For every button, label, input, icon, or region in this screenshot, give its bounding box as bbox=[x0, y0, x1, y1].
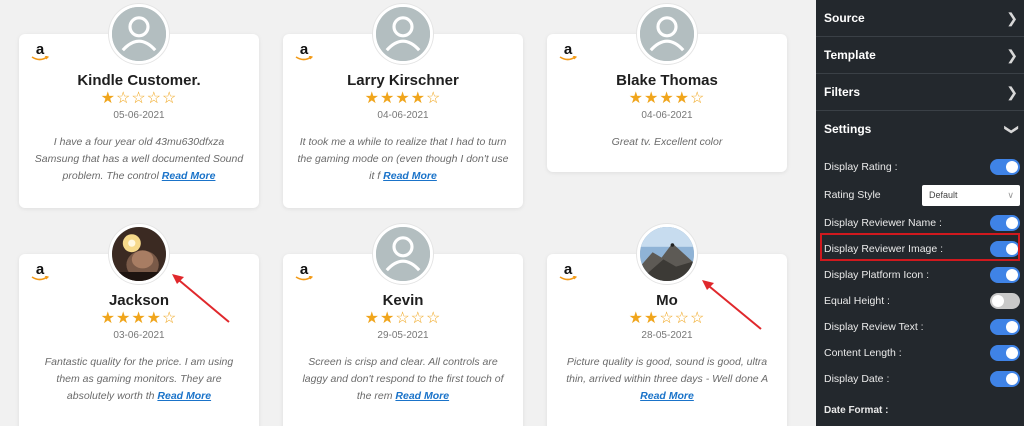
display-reviewer-name-toggle[interactable] bbox=[990, 215, 1020, 231]
chevron-down-icon: ∨ bbox=[1007, 190, 1014, 200]
rating-stars: ★★★★☆ bbox=[628, 90, 706, 107]
section-settings[interactable]: Settings ❯ bbox=[816, 111, 1024, 148]
review-card: a Kindle Customer. ★☆☆☆☆ 05-06-2021 I ha… bbox=[19, 4, 259, 208]
review-text: I have a four year old 43mu630dfxza Sams… bbox=[34, 136, 244, 182]
chevron-right-icon: ❯ bbox=[1006, 84, 1018, 100]
display-rating-toggle[interactable] bbox=[990, 159, 1020, 175]
rating-stars: ★☆☆☆☆ bbox=[100, 90, 178, 107]
reviewer-name: Kindle Customer. bbox=[77, 72, 201, 89]
read-more-link[interactable]: Read More bbox=[640, 390, 694, 402]
reviewer-avatar-placeholder bbox=[637, 4, 697, 64]
chevron-right-icon: ❯ bbox=[1006, 47, 1018, 63]
setting-display-rating: Display Rating : bbox=[816, 154, 1024, 180]
review-date: 05-06-2021 bbox=[113, 110, 165, 121]
rating-stars: ★★☆☆☆ bbox=[364, 310, 442, 327]
amazon-icon: a bbox=[558, 262, 578, 284]
chevron-down-icon: ❯ bbox=[1004, 123, 1021, 136]
setting-display-date: Display Date : bbox=[816, 366, 1024, 392]
review-card: a Larry Kirschner ★★★★☆ 04-06-2021 It to… bbox=[283, 4, 523, 208]
review-grid: a Kindle Customer. ★☆☆☆☆ 05-06-2021 I ha… bbox=[0, 0, 806, 426]
rating-stars: ★★★★☆ bbox=[364, 90, 442, 107]
annotation-arrow bbox=[172, 274, 230, 323]
amazon-icon: a bbox=[294, 42, 314, 64]
amazon-icon: a bbox=[294, 262, 314, 284]
reviewer-avatar-photo bbox=[637, 224, 697, 284]
review-date: 04-06-2021 bbox=[377, 110, 429, 121]
setting-content-length: Content Length : bbox=[816, 340, 1024, 366]
reviewer-avatar-photo bbox=[109, 224, 169, 284]
reviewer-avatar-placeholder bbox=[109, 4, 169, 64]
read-more-link[interactable]: Read More bbox=[395, 390, 449, 402]
read-more-link[interactable]: Read More bbox=[162, 170, 216, 182]
chevron-right-icon: ❯ bbox=[1006, 10, 1018, 26]
setting-rating-style: Rating Style Default ∨ bbox=[816, 180, 1024, 210]
amazon-icon: a bbox=[558, 42, 578, 64]
read-more-link[interactable]: Read More bbox=[383, 170, 437, 182]
highlight-box bbox=[820, 233, 1020, 261]
annotation-arrow bbox=[702, 280, 762, 330]
review-date: 03-06-2021 bbox=[113, 330, 165, 341]
section-template[interactable]: Template ❯ bbox=[816, 37, 1024, 74]
setting-display-review-text: Display Review Text : bbox=[816, 314, 1024, 340]
rating-style-select[interactable]: Default ∨ bbox=[922, 185, 1020, 206]
date-format-label: Date Format : bbox=[824, 405, 889, 416]
read-more-link[interactable]: Read More bbox=[157, 390, 211, 402]
display-date-toggle[interactable] bbox=[990, 371, 1020, 387]
review-text: Great tv. Excellent color bbox=[611, 136, 723, 148]
amazon-icon: a bbox=[30, 262, 50, 284]
reviewer-avatar-placeholder bbox=[373, 4, 433, 64]
review-text: Fantastic quality for the price. I am us… bbox=[44, 356, 234, 402]
review-date: 29-05-2021 bbox=[377, 330, 429, 341]
review-text: Picture quality is good, sound is good, … bbox=[566, 356, 768, 402]
content-length-toggle[interactable] bbox=[990, 345, 1020, 361]
equal-height-toggle[interactable] bbox=[990, 293, 1020, 309]
amazon-icon: a bbox=[30, 42, 50, 64]
review-text: Screen is crisp and clear. All controls … bbox=[302, 356, 504, 402]
section-filters[interactable]: Filters ❯ bbox=[816, 74, 1024, 111]
display-platform-icon-toggle[interactable] bbox=[990, 267, 1020, 283]
display-review-text-toggle[interactable] bbox=[990, 319, 1020, 335]
reviewer-avatar-placeholder bbox=[373, 224, 433, 284]
section-source[interactable]: Source ❯ bbox=[816, 0, 1024, 37]
reviewer-name: Blake Thomas bbox=[616, 72, 718, 89]
review-card: a Kevin ★★☆☆☆ 29-05-2021 Screen is crisp… bbox=[283, 224, 523, 426]
review-date: 04-06-2021 bbox=[641, 110, 693, 121]
review-card: a Blake Thomas ★★★★☆ 04-06-2021 Great tv… bbox=[547, 4, 787, 172]
reviewer-name: Kevin bbox=[382, 292, 424, 309]
reviewer-name: Larry Kirschner bbox=[347, 72, 459, 89]
settings-panel: Source ❯ Template ❯ Filters ❯ Settings ❯ Dis… bbox=[816, 0, 1024, 426]
review-text: It took me a while to realize that I had… bbox=[297, 136, 509, 182]
setting-display-platform-icon: Display Platform Icon : bbox=[816, 262, 1024, 288]
setting-equal-height: Equal Height : bbox=[816, 288, 1024, 314]
